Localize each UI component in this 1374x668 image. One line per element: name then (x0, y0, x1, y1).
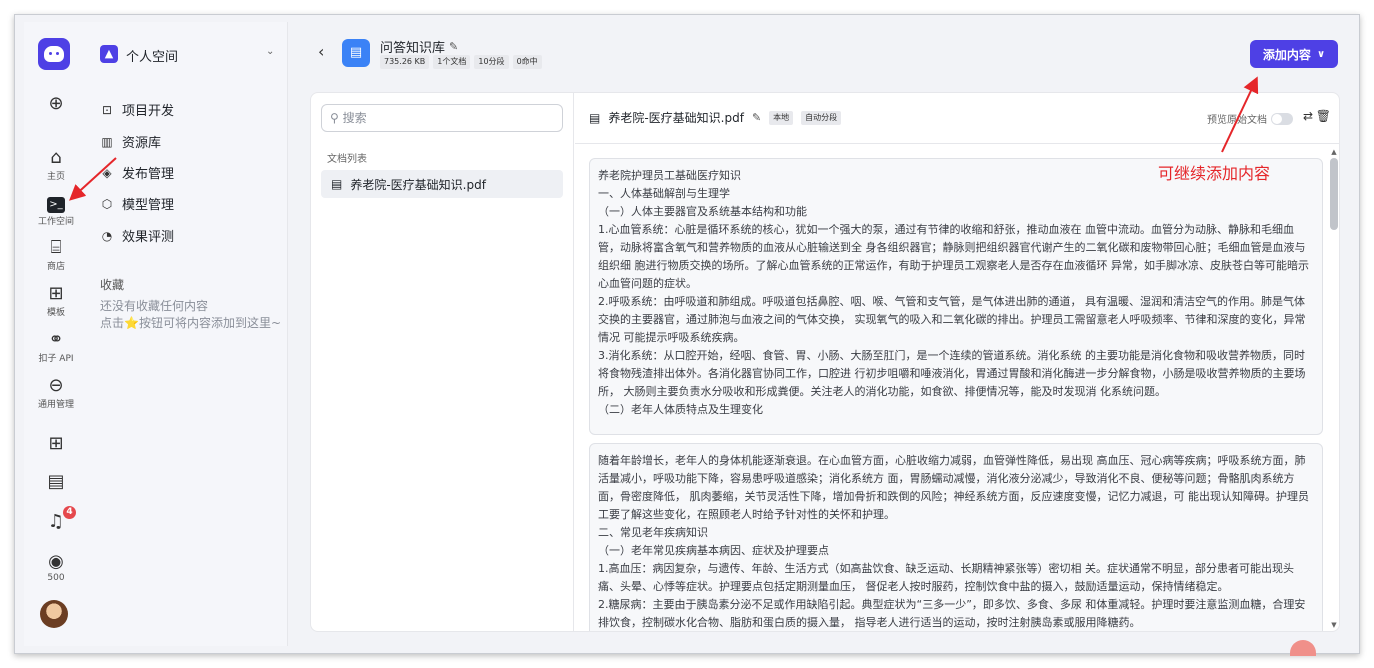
nav-api[interactable]: ⚭ 扣子 API (24, 329, 88, 365)
space-selector[interactable]: 个人空间 (126, 46, 178, 65)
app-logo[interactable] (38, 38, 70, 70)
kb-title: 问答知识库 ✎ (380, 40, 459, 56)
scroll-up-icon[interactable]: ▲ (1329, 148, 1339, 156)
home-icon: ⌂ (50, 147, 62, 168)
apps-icon: ⊞ (48, 433, 64, 454)
menu-item-models[interactable]: ⬡ 模型管理 (100, 194, 174, 214)
nav-credits[interactable]: ◉ 500 (24, 551, 88, 584)
bell-icon: ♫ (47, 511, 65, 532)
document-list-label: 文档列表 (327, 154, 367, 165)
nav-home[interactable]: ⌂ 主页 (24, 147, 88, 183)
segment-card[interactable]: 养老院护理员工基础医疗知识 一、人体基础解剖与生理学 （一）人体主要器官及系统基… (589, 158, 1323, 435)
workspace-menu: ▲ 个人空间 ⌄ ⊡ 项目开发 ▥ 资源库 ◈ 发布管理 ⬡ 模型管理 ◔ 效果… (88, 22, 288, 646)
document-header: ▤ 养老院-医疗基础知识.pdf ✎ 本地 自动分段 (589, 109, 842, 126)
avatar[interactable] (40, 600, 68, 628)
search-input[interactable]: ⚲ 搜索 (321, 104, 563, 132)
menu-item-publish[interactable]: ◈ 发布管理 (100, 163, 174, 183)
search-icon: ⚲ (330, 111, 339, 125)
scrollbar[interactable]: ▲ ▼ (1329, 148, 1339, 629)
notification-badge: 4 (63, 506, 76, 519)
segments-content: 养老院护理员工基础医疗知识 一、人体基础解剖与生理学 （一）人体主要器官及系统基… (575, 144, 1339, 631)
knowledge-base-icon: ▤ (342, 39, 370, 67)
toggle-switch[interactable] (1271, 112, 1293, 125)
menu-item-eval[interactable]: ◔ 效果评测 (100, 226, 174, 246)
edit-icon[interactable]: ✎ (752, 111, 761, 124)
list-item[interactable]: ▤ 养老院-医疗基础知识.pdf (321, 170, 563, 198)
scrollbar-thumb[interactable] (1330, 158, 1338, 230)
workspace-icon: >_ (47, 197, 65, 213)
delete-icon[interactable]: 🗑 (1316, 109, 1331, 123)
user-icon: ▲ (100, 45, 118, 63)
icon-sidebar: ⊕ ⌂ 主页 >_ 工作空间 ⌸ 商店 ⊞ 模板 ⚭ 扣子 API ⊖ 通用管理… (24, 22, 88, 646)
nav-general-manage[interactable]: ⊖ 通用管理 (24, 375, 88, 411)
nav-template[interactable]: ⊞ 模板 (24, 283, 88, 319)
favorites-title: 收藏 (100, 278, 125, 292)
main-area: ‹ ▤ 问答知识库 ✎ 735.26 KB 1个文档 10分段 0命中 添加内容… (296, 22, 1360, 646)
nav-workspace[interactable]: >_ 工作空间 (24, 192, 88, 227)
menu-item-resources[interactable]: ▥ 资源库 (100, 132, 161, 152)
segment-card[interactable]: 随着年龄增长，老年人的身体机能逐渐衰退。在心血管方面，心脏收缩力减弱，血管弹性降… (589, 443, 1323, 631)
annotation-text: 可继续添加内容 (1158, 164, 1271, 183)
settings-icon[interactable]: ⇄ (1303, 109, 1313, 123)
project-icon: ⊡ (101, 102, 113, 117)
document-icon: ▤ (331, 177, 343, 191)
edit-icon[interactable]: ✎ (449, 40, 458, 53)
document-list-pane: ⚲ 搜索 文档列表 ▤ 养老院-医疗基础知识.pdf (311, 93, 574, 631)
chevron-down-icon: ∨ (1316, 48, 1326, 60)
favorites-empty: 还没有收藏任何内容 点击⭐按钮可将内容添加到这里~ (100, 299, 281, 330)
back-icon[interactable]: ‹ (318, 42, 324, 61)
plus-circle-icon: ⊕ (48, 93, 64, 114)
menu-item-projects[interactable]: ⊡ 项目开发 (100, 100, 174, 120)
publish-icon: ◈ (102, 165, 112, 180)
store-icon: ⌸ (50, 237, 62, 258)
template-icon: ⊞ (48, 283, 64, 304)
eval-icon: ◔ (101, 228, 113, 243)
nav-docs[interactable]: ▤ (24, 472, 88, 492)
nav-apps[interactable]: ⊞ (24, 434, 88, 454)
nav-store[interactable]: ⌸ 商店 (24, 237, 88, 273)
model-icon: ⬡ (101, 196, 113, 211)
document-icon: ▤ (47, 471, 65, 492)
chevron-down-icon[interactable]: ⌄ (266, 46, 274, 57)
create-button[interactable]: ⊕ (24, 94, 88, 114)
preview-original-toggle[interactable]: 预览原始文档 (1207, 111, 1293, 126)
document-icon: ▤ (589, 110, 601, 125)
resource-icon: ▥ (101, 134, 113, 149)
add-content-button[interactable]: 添加内容 ∨ (1250, 40, 1338, 68)
kb-stats: 735.26 KB 1个文档 10分段 0命中 (380, 55, 542, 69)
nav-notifications[interactable]: ♫ (24, 512, 88, 532)
general-manage-icon: ⊖ (48, 375, 64, 396)
credit-icon: ◉ (48, 551, 64, 572)
api-icon: ⚭ (48, 329, 64, 350)
scroll-down-icon[interactable]: ▼ (1329, 621, 1339, 629)
